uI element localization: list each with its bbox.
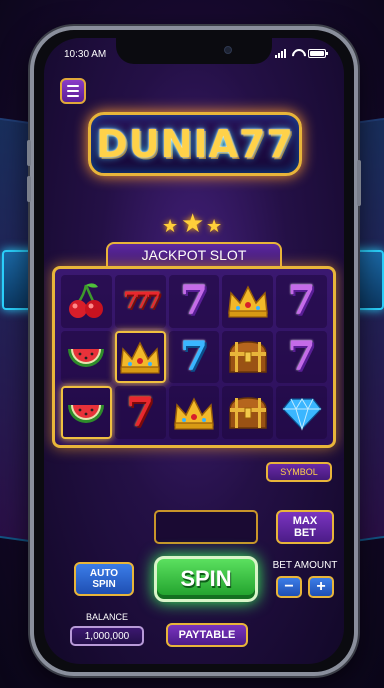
watermelon-icon (68, 348, 105, 367)
slot-reels: 777 7 7 7 7 7 (52, 266, 336, 448)
reel-cell: 7 (168, 330, 220, 384)
seven-purple-icon: 7 (180, 277, 208, 325)
reel-cell (168, 386, 220, 439)
logo-text: DUNIA77 (96, 122, 294, 166)
watermelon-icon (68, 404, 105, 423)
treasure-chest-icon (229, 396, 267, 429)
max-bet-button[interactable]: MAX BET (276, 510, 334, 544)
game-logo: DUNIA77 (88, 112, 302, 176)
phone-volume-down (27, 176, 31, 202)
auto-spin-button[interactable]: AUTO SPIN (74, 562, 134, 596)
phone-frame: 10:30 AM DUNIA77 ★ ★ ★ JACKPOT SLOT 777 … (27, 26, 361, 676)
crown-icon (174, 396, 214, 430)
phone-power-button (357, 160, 361, 206)
spin-button[interactable]: SPIN (154, 556, 258, 602)
paytable-button[interactable]: PAYTABLE (166, 623, 248, 647)
notch (116, 38, 272, 64)
cherry-icon (69, 283, 104, 319)
hamburger-icon (67, 85, 79, 87)
bet-increase-button[interactable]: + (308, 576, 334, 598)
status-time: 10:30 AM (64, 49, 107, 60)
battery-icon (308, 49, 328, 58)
max-bet-label: MAX BET (292, 515, 318, 539)
stars-decoration: ★ ★ ★ (162, 208, 226, 238)
diamond-icon (281, 397, 322, 431)
seven-purple-icon: 7 (287, 332, 316, 380)
reel-cell: 7 (276, 275, 327, 328)
seven-blue-icon: 7 (180, 332, 208, 380)
reel-cell: 7 (276, 330, 327, 384)
phone-screen: 10:30 AM DUNIA77 ★ ★ ★ JACKPOT SLOT 777 … (44, 38, 344, 664)
auto-spin-label: AUTO SPIN (89, 568, 119, 590)
reel-cell (61, 275, 112, 328)
reel-cell (222, 386, 274, 439)
jackpot-banner: JACKPOT SLOT (106, 242, 282, 268)
signal-icon (275, 49, 286, 58)
symbol-button[interactable]: SYMBOL (266, 462, 332, 482)
reel-cell-highlighted (61, 386, 112, 439)
reel-cell-highlighted (114, 330, 166, 384)
star-icon: ★ (162, 216, 179, 236)
balance-label: BALANCE (85, 612, 129, 622)
reel-cell (61, 330, 112, 384)
reel-cell (222, 275, 274, 328)
triple-seven-icon: 777 (123, 288, 161, 315)
seven-red-icon: 7 (126, 388, 155, 436)
menu-button[interactable] (60, 78, 86, 104)
balance-value: 1,000,000 (70, 626, 144, 646)
reel-cell (222, 330, 274, 384)
crown-icon (227, 285, 268, 318)
win-display (154, 510, 258, 544)
reel-cell: 7 (168, 275, 220, 328)
treasure-chest-icon (229, 341, 267, 373)
status-icons (275, 49, 328, 58)
wifi-icon (291, 49, 303, 58)
bet-decrease-button[interactable]: − (276, 576, 302, 598)
seven-purple-icon: 7 (287, 277, 316, 325)
reel-cell: 777 (114, 275, 166, 328)
phone-volume-up (27, 140, 31, 166)
star-icon: ★ (206, 216, 223, 236)
reel-cell (276, 386, 327, 439)
camera-icon (224, 46, 232, 54)
reel-cell: 7 (114, 386, 166, 439)
star-icon: ★ (181, 208, 205, 238)
crown-icon (120, 341, 161, 374)
bet-amount-label: BET AMOUNT (272, 560, 338, 571)
